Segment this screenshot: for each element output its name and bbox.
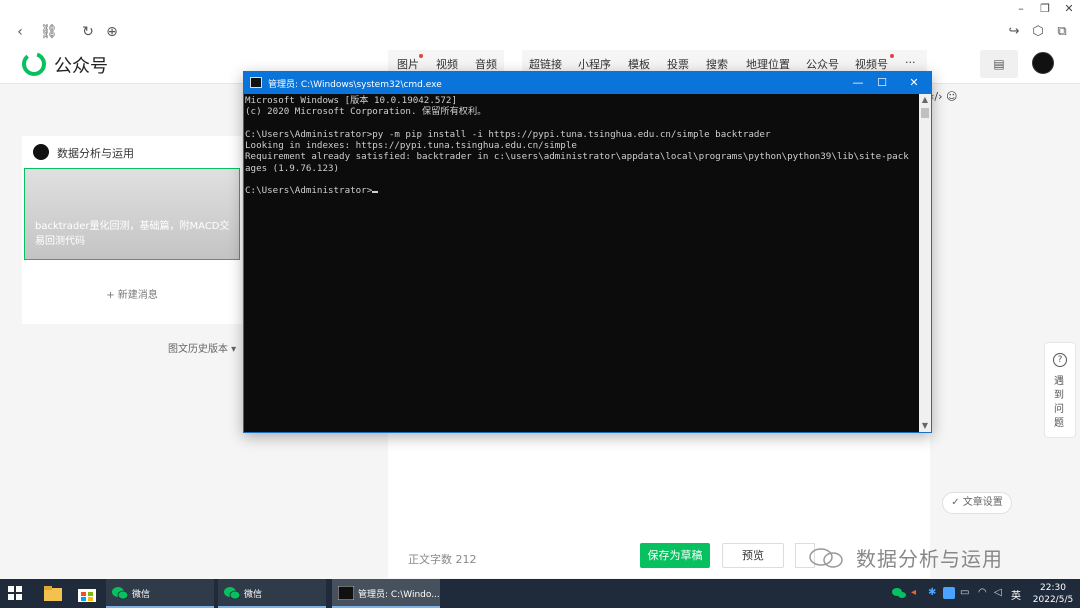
minimize-icon[interactable]: – (1012, 2, 1030, 16)
new-message-button[interactable]: + 新建消息 (22, 286, 242, 301)
scroll-down-icon[interactable]: ▼ (919, 420, 931, 432)
volume-icon[interactable]: ◁ (994, 587, 1002, 598)
cmd-line: ages (1.9.76.123) (245, 162, 340, 174)
cmd-line: Requirement already satisfied: backtrade… (245, 151, 909, 163)
globe-icon[interactable]: ⊕ (104, 24, 120, 40)
toolbar-miniprogram[interactable]: 小程序 (578, 56, 611, 72)
cmd-close-icon[interactable]: ✕ (904, 75, 924, 91)
article-title: backtrader量化回测，基础篇，附MACD交易回测代码 (35, 221, 230, 247)
toolbar-video[interactable]: 视频 (436, 56, 458, 72)
cmd-line: Microsoft Windows [版本 10.0.19042.572] (245, 95, 457, 106)
cmd-cursor (372, 191, 379, 194)
time: 22:30 (1040, 583, 1066, 593)
document-icon[interactable]: ▤ (980, 50, 1018, 78)
tray-flag-icon[interactable]: ◂ (911, 587, 916, 598)
taskbar-app-label: 微信 (132, 590, 151, 600)
store-icon[interactable] (78, 585, 96, 602)
history-version-button[interactable]: 图文历史版本 ▾ (168, 340, 236, 355)
toolbar-more[interactable]: ··· (905, 56, 916, 69)
cmd-line: ​ (245, 118, 918, 129)
article-cover[interactable]: backtrader量化回测，基础篇，附MACD交易回测代码 (24, 168, 240, 260)
wechat-icon (224, 587, 240, 600)
cmd-prompt-line: C:\Users\Administrator> (245, 185, 918, 196)
scroll-up-icon[interactable]: ▲ (919, 94, 931, 106)
toolbar-audio[interactable]: 音频 (475, 56, 497, 72)
word-count: 正文字数 212 (408, 553, 477, 566)
cmd-icon (250, 77, 262, 88)
taskbar-app-label: 管理员: C:\Windo... (358, 590, 440, 600)
preview-button[interactable]: 预览 (722, 543, 784, 568)
app-title: 公众号 (54, 56, 108, 77)
toolbar-hyperlink[interactable]: 超链接 (529, 56, 562, 72)
cmd-title-bar[interactable]: 管理员: C:\Windows\system32\cmd.exe — ☐ ✕ (244, 72, 931, 94)
cmd-taskbar-icon (338, 586, 354, 600)
channels-badge (890, 54, 894, 58)
account-name: 数据分析与运用 (57, 147, 134, 160)
save-draft-button[interactable]: 保存为草稿 (640, 543, 710, 568)
editor-extra-tools[interactable]: ‹/› ☺ (930, 90, 990, 108)
taskbar-app-cmd[interactable]: 管理员: C:\Windo... (332, 579, 440, 608)
wechat-icon (112, 587, 128, 600)
link-icon[interactable]: ⛓ (40, 24, 58, 40)
cmd-title: 管理员: C:\Windows\system32\cmd.exe (268, 80, 442, 90)
taskbar-app-label: 微信 (244, 590, 263, 600)
wechat-official-logo-icon (22, 52, 46, 76)
cmd-scrollbar[interactable]: ▲ ▼ (919, 94, 931, 432)
cmd-maximize-icon[interactable]: ☐ (872, 75, 892, 91)
taskbar-app-wechat-1[interactable]: 微信 (106, 579, 214, 608)
toolbar-image[interactable]: 图片 (397, 56, 419, 72)
share-icon[interactable]: ↪ (1005, 24, 1023, 40)
file-explorer-icon[interactable] (44, 586, 62, 601)
date: 2022/5/5 (1032, 595, 1074, 605)
help-icon: ? (1053, 353, 1067, 367)
cube-icon[interactable]: ⬡ (1029, 24, 1047, 40)
clock[interactable]: 22:30 2022/5/5 (1030, 582, 1076, 606)
account-avatar (33, 144, 49, 160)
cmd-minimize-icon[interactable]: — (848, 75, 868, 91)
windows-start-icon[interactable] (8, 586, 22, 600)
taskbar-app-wechat-2[interactable]: 微信 (218, 579, 326, 608)
article-settings-button[interactable]: ✓ 文章设置 (942, 492, 1012, 514)
browser-chrome: ‹ ⛓ ↻ ⊕ – ❐ ✕ ↪ ⬡ ⧉ (0, 0, 1080, 46)
cmd-line: ​ (245, 174, 918, 185)
wifi-icon[interactable]: ◠ (978, 587, 987, 598)
help-panel[interactable]: ? 遇到问题 (1044, 342, 1076, 438)
back-icon[interactable]: ‹ (12, 24, 28, 40)
image-badge (419, 54, 423, 58)
restore-icon[interactable]: ❐ (1036, 2, 1054, 16)
tray-app-icon[interactable] (943, 587, 955, 599)
wechat-watermark-icon (809, 548, 843, 568)
cmd-prompt: C:\Users\Administrator> (245, 185, 373, 197)
tray-wechat-icon[interactable] (892, 587, 906, 599)
cmd-line: (c) 2020 Microsoft Corporation. 保留所有权利。 (245, 106, 487, 118)
article-list-card: 数据分析与运用 backtrader量化回测，基础篇，附MACD交易回测代码 +… (22, 136, 242, 324)
toolbar-template[interactable]: 模板 (628, 56, 650, 72)
cmd-line: C:\Users\Administrator>py -m pip install… (245, 128, 771, 140)
toolbar-channels[interactable]: 视频号 (855, 56, 888, 72)
toolbar-location[interactable]: 地理位置 (746, 56, 790, 72)
bluetooth-icon[interactable]: ✱ (928, 587, 936, 598)
help-label: 遇到问题 (1054, 376, 1064, 429)
reload-icon[interactable]: ↻ (80, 24, 96, 40)
avatar[interactable] (1032, 52, 1054, 74)
cmd-window[interactable]: 管理员: C:\Windows\system32\cmd.exe — ☐ ✕ M… (243, 71, 932, 433)
cmd-line: Looking in indexes: https://pypi.tuna.ts… (245, 140, 577, 152)
close-icon[interactable]: ✕ (1060, 2, 1078, 16)
toolbar-search[interactable]: 搜索 (706, 56, 728, 72)
scroll-thumb[interactable] (921, 108, 929, 118)
watermark-text: 数据分析与运用 (856, 547, 1003, 571)
toolbar-official-account[interactable]: 公众号 (806, 56, 839, 72)
cmd-output[interactable]: Microsoft Windows [版本 10.0.19042.572] (c)… (244, 94, 919, 432)
battery-icon[interactable]: ▭ (960, 587, 969, 598)
ime-indicator[interactable]: 英 (1011, 587, 1021, 602)
toolbar-vote[interactable]: 投票 (667, 56, 689, 72)
taskbar: 微信 微信 管理员: C:\Windo... ◂ ✱ ▭ ◠ ◁ 英 22:30… (0, 579, 1080, 608)
lock-icon[interactable]: ⧉ (1053, 24, 1071, 40)
